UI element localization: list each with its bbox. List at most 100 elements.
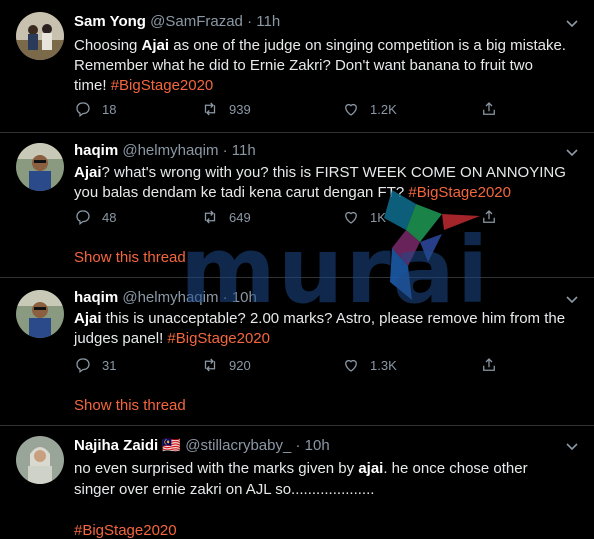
display-name[interactable]: Najiha Zaidi <box>74 437 158 454</box>
text-run: ? what's wrong with you? this is FIRST W… <box>101 164 566 181</box>
tweet-text: Choosing Ajai as one of the judge on sin… <box>74 36 584 96</box>
share-icon <box>483 102 495 115</box>
tweet-text-line: Choosing Ajai as one of the judge on sin… <box>74 36 584 56</box>
retweet-button[interactable]: 920 <box>201 356 251 374</box>
text-run: Choosing <box>74 37 142 54</box>
like-count: 1.3K <box>370 357 397 373</box>
timestamp[interactable]: 11h <box>256 13 280 30</box>
hashtag-link[interactable]: #BigStage2020 <box>74 522 177 539</box>
share-button[interactable] <box>480 208 498 226</box>
tweet[interactable]: haqim @helmyhaqim · 11h Ajai? what's wro… <box>0 133 594 278</box>
chevron-down-icon[interactable] <box>564 15 580 31</box>
text-run: time! <box>74 77 111 94</box>
tweet[interactable]: haqim @helmyhaqim · 10h Ajai this is una… <box>0 278 594 426</box>
reply-button[interactable]: 48 <box>74 208 116 226</box>
separator-dot: · <box>222 142 228 159</box>
user-handle[interactable]: @stillacrybaby_ <box>185 437 291 454</box>
text-run: judges panel! <box>74 330 168 347</box>
reply-count: 31 <box>102 357 117 373</box>
user-handle[interactable]: @SamFrazad <box>150 13 243 30</box>
tweet-text-line: you balas dendam ke tadi kena carut deng… <box>74 183 584 203</box>
reply-button[interactable]: 18 <box>74 100 116 118</box>
retweet-icon <box>204 210 216 224</box>
hashtag-link[interactable]: #BigStage2020 <box>111 77 214 94</box>
text-run: no even surprised with the marks given b… <box>74 460 359 477</box>
share-button[interactable] <box>480 356 498 374</box>
keyword-highlight: Ajai <box>141 37 170 54</box>
like-button[interactable]: 1.2K <box>342 100 397 118</box>
tweet-text-line: no even surprised with the marks given b… <box>74 458 584 479</box>
retweet-count: 920 <box>229 357 251 373</box>
heart-icon <box>345 103 357 116</box>
chevron-down-icon[interactable] <box>564 438 580 454</box>
separator-dot: · <box>295 437 301 454</box>
display-name[interactable]: Sam Yong <box>74 13 146 30</box>
avatar[interactable] <box>16 12 64 60</box>
keyword-highlight: ajai <box>358 460 384 477</box>
text-run: . he once chose other <box>383 460 528 477</box>
reply-icon <box>76 358 90 374</box>
share-icon <box>483 210 495 223</box>
text-run: singer over ernie zakri on AJL so.......… <box>74 481 375 498</box>
retweet-count: 939 <box>229 101 251 117</box>
tweet-header: Najiha Zaidi 🇲🇾 @stillacrybaby_ · 10h <box>74 436 330 454</box>
tweet-header: haqim @helmyhaqim · 11h <box>74 142 256 159</box>
tweet-text: Ajai? what's wrong with you? this is FIR… <box>74 163 584 203</box>
like-count: 1.2K <box>370 101 397 117</box>
tweet-text: Ajai this is unacceptable? 2.00 marks? A… <box>74 309 584 349</box>
avatar[interactable] <box>16 290 64 338</box>
tweet-text-line: Remember what he did to Ernie Zakri? Don… <box>74 56 584 76</box>
like-count: 1K <box>370 209 386 225</box>
keyword-highlight: Ajai <box>74 310 102 327</box>
show-thread-link[interactable]: Show this thread <box>74 249 186 266</box>
share-icon <box>483 358 495 371</box>
text-run: Remember what he did to Ernie Zakri? Don… <box>74 57 533 74</box>
avatar[interactable] <box>16 143 64 191</box>
display-name[interactable]: haqim <box>74 289 118 306</box>
tweet[interactable]: Sam Yong @SamFrazad · 11h Choosing Ajai … <box>0 0 594 133</box>
chevron-down-icon[interactable] <box>564 291 580 307</box>
tweet-text-line: #BigStage2020 <box>74 520 584 539</box>
tweet-actions: 31 920 1.3K <box>74 356 514 376</box>
reply-count: 48 <box>102 209 117 225</box>
heart-icon <box>345 359 357 372</box>
tweet[interactable]: Najiha Zaidi 🇲🇾 @stillacrybaby_ · 10h no… <box>0 426 594 539</box>
avatar[interactable] <box>16 436 64 484</box>
share-button[interactable] <box>480 100 498 118</box>
like-button[interactable]: 1K <box>342 208 386 226</box>
tweet-text-line: time! #BigStage2020 <box>74 76 584 96</box>
retweet-button[interactable]: 939 <box>201 100 251 118</box>
text-run: as one of the judge on singing competiti… <box>169 37 566 54</box>
user-handle[interactable]: @helmyhaqim <box>122 289 218 306</box>
timestamp[interactable]: 10h <box>305 437 330 454</box>
tweet-text-line <box>74 500 584 520</box>
tweet-actions: 48 649 1K <box>74 208 514 228</box>
hashtag-link[interactable]: #BigStage2020 <box>167 330 270 347</box>
retweet-button[interactable]: 649 <box>201 208 251 226</box>
keyword-highlight: Ajai <box>74 164 102 181</box>
chevron-down-icon[interactable] <box>564 144 580 160</box>
heart-icon <box>345 211 357 224</box>
hashtag-link[interactable]: #BigStage2020 <box>408 184 511 201</box>
flag-icon: 🇲🇾 <box>162 437 182 454</box>
retweet-icon <box>204 102 216 116</box>
reply-icon <box>76 102 90 118</box>
text-run: this is unacceptable? 2.00 marks? Astro,… <box>101 310 566 327</box>
tweet-text-line: singer over ernie zakri on AJL so.......… <box>74 479 584 500</box>
retweet-icon <box>204 358 216 372</box>
reply-count: 18 <box>102 101 117 117</box>
like-button[interactable]: 1.3K <box>342 356 397 374</box>
show-thread-link[interactable]: Show this thread <box>74 397 186 414</box>
text-run: you balas dendam ke tadi kena carut deng… <box>74 184 409 201</box>
retweet-count: 649 <box>229 209 251 225</box>
separator-dot: · <box>247 13 253 30</box>
separator-dot: · <box>222 289 228 306</box>
timestamp[interactable]: 11h <box>232 142 256 159</box>
tweet-text-line: Ajai this is unacceptable? 2.00 marks? A… <box>74 309 584 329</box>
reply-icon <box>76 210 90 226</box>
tweet-header: Sam Yong @SamFrazad · 11h <box>74 13 280 30</box>
timestamp[interactable]: 10h <box>232 289 257 306</box>
reply-button[interactable]: 31 <box>74 356 116 374</box>
user-handle[interactable]: @helmyhaqim <box>122 142 218 159</box>
display-name[interactable]: haqim <box>74 142 118 159</box>
